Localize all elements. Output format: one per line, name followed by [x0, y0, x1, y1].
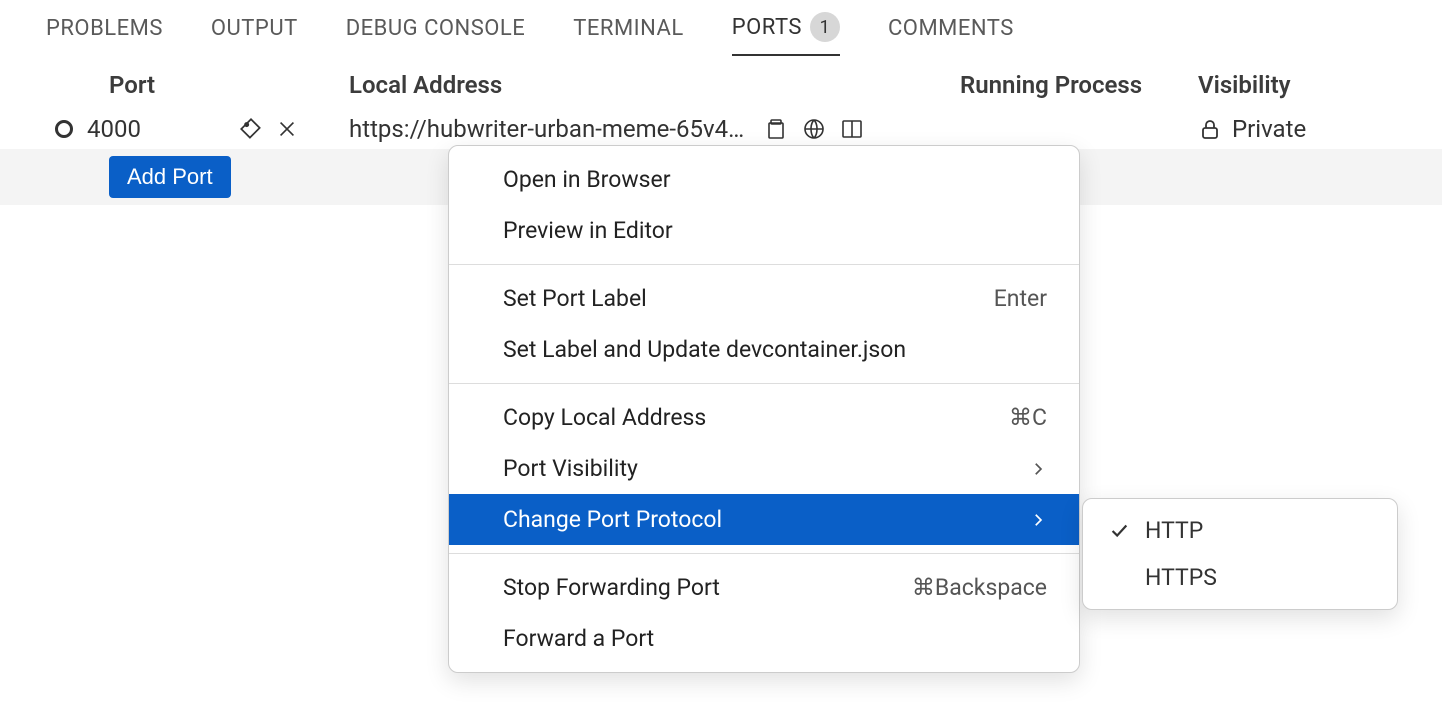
- label-icon[interactable]: [238, 116, 264, 142]
- submenu-https-label: HTTPS: [1145, 564, 1217, 591]
- tab-terminal[interactable]: TERMINAL: [573, 16, 683, 53]
- chevron-right-icon: [1029, 511, 1047, 529]
- visibility-cell: Private: [1178, 115, 1306, 143]
- tab-problems[interactable]: PROBLEMS: [46, 16, 163, 53]
- port-context-menu: Open in Browser Preview in Editor Set Po…: [448, 145, 1080, 673]
- tab-debug-console[interactable]: DEBUG CONSOLE: [346, 16, 526, 53]
- menu-set-label-devcontainer-label: Set Label and Update devcontainer.json: [503, 336, 906, 363]
- local-address-value: https://hubwriter-urban-meme-65v4…: [349, 115, 744, 143]
- menu-set-label-devcontainer[interactable]: Set Label and Update devcontainer.json: [449, 324, 1079, 375]
- close-icon[interactable]: [276, 118, 298, 140]
- globe-icon[interactable]: [802, 117, 826, 141]
- menu-copy-local-address-shortcut: ⌘C: [1009, 404, 1047, 431]
- tab-comments[interactable]: COMMENTS: [888, 16, 1014, 53]
- chevron-right-icon: [1029, 460, 1047, 478]
- column-port: Port: [0, 71, 298, 99]
- port-cell: 4000: [0, 115, 298, 143]
- menu-port-visibility-label: Port Visibility: [503, 455, 638, 482]
- protocol-submenu: HTTP HTTPS: [1082, 498, 1398, 610]
- menu-change-port-protocol[interactable]: Change Port Protocol: [449, 494, 1079, 545]
- column-local-address: Local Address: [298, 71, 918, 99]
- submenu-http[interactable]: HTTP: [1083, 507, 1397, 554]
- menu-preview-in-editor[interactable]: Preview in Editor: [449, 205, 1079, 256]
- lock-icon: [1198, 117, 1222, 141]
- port-number: 4000: [87, 115, 224, 143]
- submenu-http-label: HTTP: [1145, 517, 1203, 544]
- local-address-cell: https://hubwriter-urban-meme-65v4…: [298, 115, 918, 143]
- add-port-button[interactable]: Add Port: [109, 156, 231, 198]
- menu-copy-local-address[interactable]: Copy Local Address ⌘C: [449, 392, 1079, 443]
- menu-change-port-protocol-label: Change Port Protocol: [503, 506, 722, 533]
- menu-set-port-label-shortcut: Enter: [994, 285, 1047, 312]
- tab-ports-label: PORTS: [732, 15, 802, 40]
- submenu-https[interactable]: HTTPS: [1083, 554, 1397, 601]
- ports-columns-header: Port Local Address Running Process Visib…: [0, 57, 1442, 109]
- menu-stop-forwarding-label: Stop Forwarding Port: [503, 574, 720, 601]
- menu-copy-local-address-label: Copy Local Address: [503, 404, 706, 431]
- menu-stop-forwarding[interactable]: Stop Forwarding Port ⌘Backspace: [449, 562, 1079, 613]
- tab-output[interactable]: OUTPUT: [211, 16, 298, 53]
- column-running-process: Running Process: [918, 71, 1178, 99]
- menu-stop-forwarding-shortcut: ⌘Backspace: [912, 574, 1047, 601]
- panel-tabs: PROBLEMS OUTPUT DEBUG CONSOLE TERMINAL P…: [0, 0, 1442, 57]
- menu-preview-in-editor-label: Preview in Editor: [503, 217, 673, 244]
- copy-icon[interactable]: [764, 117, 788, 141]
- menu-open-in-browser[interactable]: Open in Browser: [449, 154, 1079, 205]
- port-row[interactable]: 4000 https://hubwriter-urban-meme-65v4…: [0, 109, 1442, 149]
- tab-ports[interactable]: PORTS 1: [732, 12, 840, 56]
- menu-port-visibility[interactable]: Port Visibility: [449, 443, 1079, 494]
- visibility-value: Private: [1232, 115, 1306, 143]
- menu-open-in-browser-label: Open in Browser: [503, 166, 671, 193]
- check-icon: [1105, 520, 1133, 542]
- menu-set-port-label-label: Set Port Label: [503, 285, 647, 312]
- split-editor-icon[interactable]: [840, 117, 864, 141]
- menu-forward-a-port[interactable]: Forward a Port: [449, 613, 1079, 664]
- port-status-icon: [55, 120, 73, 138]
- menu-forward-a-port-label: Forward a Port: [503, 625, 654, 652]
- menu-set-port-label[interactable]: Set Port Label Enter: [449, 273, 1079, 324]
- column-visibility: Visibility: [1178, 71, 1378, 99]
- ports-count-badge: 1: [810, 12, 840, 42]
